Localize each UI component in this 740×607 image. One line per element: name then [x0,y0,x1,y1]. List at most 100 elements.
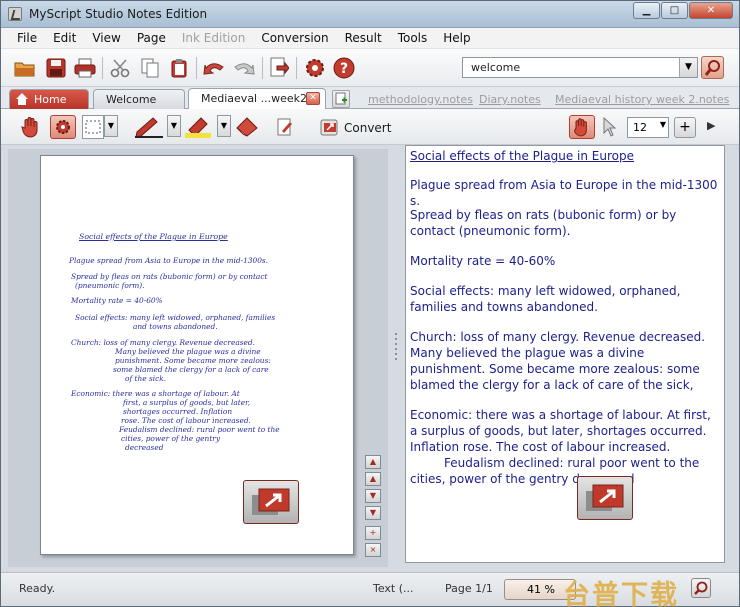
convert-icon [320,117,340,140]
ink-line: of the sick. [125,374,167,383]
title-bar: MyScript Studio Notes Edition ▁ □ ✕ [1,1,739,28]
convert-button[interactable]: Convert [320,117,391,139]
search-icon[interactable] [701,56,724,79]
save-icon[interactable] [44,56,68,80]
pan-hand-icon[interactable] [569,115,595,139]
ink-line: (pneumonic form). [75,281,145,290]
page-navigation: ▲ ▲ ▼ ▼ + × [365,455,383,557]
status-ready: Ready. [19,582,56,595]
eraser-icon[interactable] [232,115,266,139]
home-icon [15,92,29,108]
tab-welcome[interactable]: Welcome [93,89,185,109]
status-bar: Ready. Text (... Page 1/1 41 % 台普下载 [1,572,739,607]
menu-ink-edition: Ink Edition [181,31,246,45]
window-controls: ▁ □ ✕ [633,2,733,19]
app-icon [8,7,22,21]
result-paragraph: Economic: there was a shortage of labour… [410,408,711,454]
font-size-value: 12 [633,121,647,134]
undo-icon[interactable] [202,56,226,80]
result-paragraph: Spread by fleas on rats (bubonic form) o… [410,208,677,238]
select-dropdown[interactable]: ▼ [104,115,118,137]
pen-icon[interactable] [132,115,166,139]
next-page-icon[interactable]: ▼ [365,489,381,503]
close-tab-icon[interactable]: ✕ [306,92,320,105]
ink-line: Social effects of the Plague in Europe [79,232,228,241]
settings-icon[interactable] [303,56,327,80]
result-paragraph: Church: loss of many clergy. Revenue dec… [410,330,706,392]
status-mode: Text (... [373,582,414,595]
tab-bar: Home Welcome Mediaeval ...week2 ✕ method… [1,87,739,110]
search-dropdown-button[interactable]: ▼ [679,58,697,77]
ink-line: and towns abandoned. [133,322,218,331]
export-icon[interactable] [267,56,291,80]
print-icon[interactable] [73,56,97,80]
tab-link-mediaeval-history[interactable]: Mediaeval history week 2.notes [555,93,729,106]
edit-ink-icon[interactable] [274,115,296,139]
select-icon[interactable] [82,115,104,139]
highlighter-icon[interactable] [182,115,216,139]
highlighter-dropdown[interactable]: ▼ [217,115,231,137]
window-title: MyScript Studio Notes Edition [29,7,208,21]
svg-text:?: ? [340,61,348,77]
ink-settings-icon[interactable] [50,115,76,139]
tab-mediaeval[interactable]: Mediaeval ...week2 ✕ [188,88,326,110]
help-icon[interactable]: ? [332,56,356,80]
menu-file[interactable]: File [9,31,45,45]
toolbar-overflow-icon[interactable]: ▶ [707,119,715,132]
ink-line: Plague spread from Asia to Europe in the… [69,256,269,265]
menu-page[interactable]: Page [129,31,174,45]
result-paragraph: Feudalism declined: rural poor went to t… [410,456,700,486]
copy-icon[interactable] [138,56,162,80]
open-icon[interactable] [13,56,37,80]
convert-overlay-icon[interactable] [577,476,633,520]
convert-label: Convert [344,121,392,135]
menu-result[interactable]: Result [337,31,390,45]
result-paragraph: Mortality rate = 40-60% [410,254,556,268]
tab-mediaeval-label: Mediaeval ...week2 [201,92,307,105]
font-size-select[interactable]: 12 ▼ [627,117,669,138]
pen-dropdown[interactable]: ▼ [167,115,181,137]
delete-page-icon[interactable]: × [365,543,381,557]
ink-line: Mortality rate = 40-60% [71,296,163,305]
menu-tools[interactable]: Tools [390,31,436,45]
zoom-icon[interactable] [691,578,711,598]
pointer-icon[interactable] [599,115,619,139]
hand-icon[interactable] [19,115,43,139]
ink-line: decreased [125,443,164,452]
menu-bar: File Edit View Page Ink Edition Conversi… [1,28,739,48]
last-page-icon[interactable]: ▼ [365,506,381,520]
prev-page-icon[interactable]: ▲ [365,472,381,486]
convert-overlay-icon[interactable] [243,480,299,524]
search-input[interactable]: welcome [462,57,698,78]
result-title: Social effects of the Plague in Europe [410,149,634,163]
zoom-in-button[interactable]: + [674,117,696,138]
ink-pane: Social effects of the Plague in Europe P… [8,149,388,567]
menu-view[interactable]: View [84,31,128,45]
tab-home-label: Home [34,93,67,106]
tab-link-diary[interactable]: Diary.notes [479,93,541,106]
menu-help[interactable]: Help [435,31,478,45]
tab-home[interactable]: Home [9,89,89,109]
paste-icon[interactable] [167,56,191,80]
menu-edit[interactable]: Edit [45,31,84,45]
status-page: Page 1/1 [445,582,493,595]
minimize-button[interactable]: ▁ [633,2,660,19]
tab-welcome-label: Welcome [106,93,157,106]
first-page-icon[interactable]: ▲ [365,455,381,469]
chevron-down-icon: ▼ [659,120,666,129]
result-paragraph: Social effects: many left widowed, orpha… [410,284,681,314]
result-paragraph: Plague spread from Asia to Europe in the… [410,178,718,208]
maximize-button[interactable]: □ [661,2,688,19]
cut-icon[interactable] [108,56,132,80]
add-page-icon[interactable]: + [365,526,381,540]
watermark-text: 台普下载 [563,580,679,607]
ink-page[interactable]: Social effects of the Plague in Europe P… [40,155,354,555]
menu-conversion[interactable]: Conversion [253,31,336,45]
close-button[interactable]: ✕ [689,2,733,19]
pane-splitter[interactable] [393,330,399,370]
tab-link-methodology[interactable]: methodology.notes [368,93,473,106]
new-tab-icon[interactable] [332,90,350,108]
app-window: MyScript Studio Notes Edition ▁ □ ✕ File… [0,0,740,607]
text-result-pane[interactable]: Social effects of the Plague in Europe P… [405,145,725,563]
redo-icon[interactable] [232,56,256,80]
